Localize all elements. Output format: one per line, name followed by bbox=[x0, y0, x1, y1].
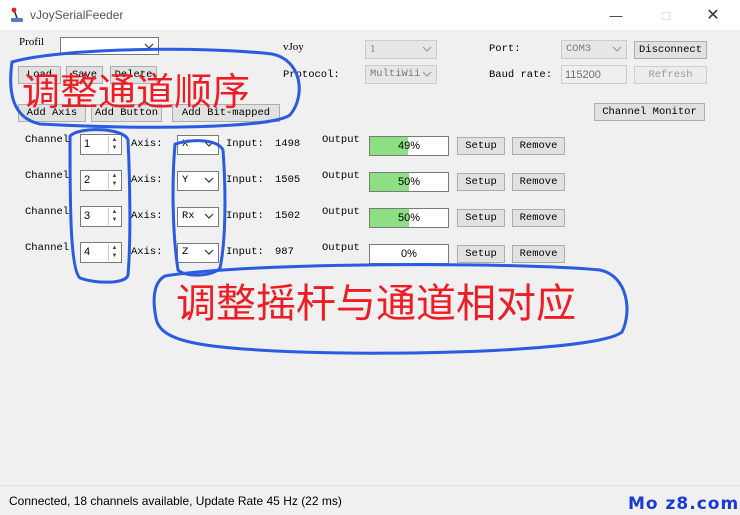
axis-select[interactable]: Y bbox=[177, 171, 219, 191]
title-bar: vJoySerialFeeder — □ ✕ bbox=[0, 0, 740, 30]
channel-value: 4 bbox=[84, 246, 91, 258]
output-progress-bar: 50% bbox=[369, 172, 449, 192]
port-label: Port: bbox=[489, 43, 521, 55]
disconnect-button[interactable]: Disconnect bbox=[634, 41, 707, 59]
profile-label: Profil bbox=[19, 36, 45, 48]
chevron-down-icon bbox=[422, 46, 432, 52]
joystick-icon bbox=[11, 7, 23, 22]
protocol-label: Protocol: bbox=[283, 69, 340, 81]
port-select[interactable]: COM3 bbox=[561, 40, 627, 59]
baud-rate-label: Baud rate: bbox=[489, 69, 553, 81]
output-label: Output bbox=[322, 206, 360, 218]
channel-label: Channel bbox=[25, 170, 70, 182]
input-label: Input: bbox=[226, 246, 264, 258]
protocol-value: MultiWii bbox=[370, 68, 421, 80]
port-value: COM3 bbox=[566, 43, 592, 55]
axis-label: Axis: bbox=[131, 246, 163, 258]
output-value: 0% bbox=[401, 248, 417, 260]
axis-label: Axis: bbox=[131, 138, 163, 150]
axis-label: Axis: bbox=[131, 210, 163, 222]
annotation-top: 调整通道顺序 bbox=[22, 70, 251, 114]
chevron-down-icon bbox=[612, 46, 622, 52]
axis-value: Z bbox=[182, 246, 189, 258]
channel-label: Channel bbox=[25, 206, 70, 218]
output-progress-bar: 49% bbox=[369, 136, 449, 156]
axis-select[interactable]: X bbox=[177, 135, 219, 155]
close-button[interactable]: ✕ bbox=[690, 0, 736, 30]
channel-value: 2 bbox=[84, 174, 91, 186]
setup-button[interactable]: Setup bbox=[457, 137, 505, 155]
vjoy-label: vJoy bbox=[283, 41, 304, 53]
input-label: Input: bbox=[226, 138, 264, 150]
channel-monitor-button[interactable]: Channel Monitor bbox=[594, 103, 705, 121]
channel-label: Channel bbox=[25, 134, 70, 146]
axis-value: X bbox=[182, 138, 189, 150]
up-down-arrow-icon[interactable]: ▲ ▼ bbox=[108, 208, 120, 225]
remove-button[interactable]: Remove bbox=[512, 245, 565, 263]
minimize-icon: — bbox=[609, 7, 623, 23]
axis-select[interactable]: Z bbox=[177, 243, 219, 263]
output-label: Output bbox=[322, 134, 360, 146]
axis-value: Rx bbox=[182, 210, 195, 222]
chevron-down-icon bbox=[144, 43, 154, 49]
channel-value: 1 bbox=[84, 138, 91, 150]
remove-button[interactable]: Remove bbox=[512, 209, 565, 227]
output-value: 49% bbox=[397, 140, 421, 152]
refresh-button[interactable]: Refresh bbox=[634, 66, 707, 84]
profile-select[interactable] bbox=[60, 37, 159, 55]
remove-button[interactable]: Remove bbox=[512, 173, 565, 191]
setup-button[interactable]: Setup bbox=[457, 209, 505, 227]
chevron-down-icon bbox=[422, 71, 432, 77]
output-label: Output bbox=[322, 242, 360, 254]
minimize-button[interactable]: — bbox=[593, 0, 639, 30]
setup-button[interactable]: Setup bbox=[457, 173, 505, 191]
chevron-down-icon bbox=[204, 141, 214, 147]
output-progress-bar: 50% bbox=[369, 208, 449, 228]
status-text: Connected, 18 channels available, Update… bbox=[9, 494, 342, 508]
input-value: 1502 bbox=[275, 210, 301, 222]
output-value: 50% bbox=[397, 212, 421, 224]
channel-spinner[interactable]: 2 ▲ ▼ bbox=[80, 170, 122, 191]
input-label: Input: bbox=[226, 210, 264, 222]
annotation-bottom: 调整摇杆与通道相对应 bbox=[176, 281, 576, 327]
axis-select[interactable]: Rx bbox=[177, 207, 219, 227]
axis-value: Y bbox=[182, 174, 189, 186]
maximize-button[interactable]: □ bbox=[643, 0, 689, 30]
channel-spinner[interactable]: 4 ▲ ▼ bbox=[80, 242, 122, 263]
output-value: 50% bbox=[397, 176, 421, 188]
window-title: vJoySerialFeeder bbox=[30, 8, 124, 22]
protocol-select[interactable]: MultiWii bbox=[365, 65, 437, 84]
maximize-icon: □ bbox=[662, 7, 670, 23]
vjoy-value: 1 bbox=[370, 43, 376, 55]
close-icon: ✕ bbox=[706, 7, 720, 24]
axis-label: Axis: bbox=[131, 174, 163, 186]
channel-label: Channel bbox=[25, 242, 70, 254]
up-down-arrow-icon[interactable]: ▲ ▼ bbox=[108, 136, 120, 153]
baud-rate-field[interactable]: 115200 bbox=[561, 65, 627, 84]
output-progress-bar: 0% bbox=[369, 244, 449, 264]
vjoy-select[interactable]: 1 bbox=[365, 40, 437, 59]
chevron-down-icon bbox=[204, 213, 214, 219]
input-value: 987 bbox=[275, 246, 294, 258]
watermark: Mo z8.com bbox=[628, 494, 740, 514]
up-down-arrow-icon[interactable]: ▲ ▼ bbox=[108, 244, 120, 261]
output-label: Output bbox=[322, 170, 360, 182]
input-label: Input: bbox=[226, 174, 264, 186]
channel-spinner[interactable]: 3 ▲ ▼ bbox=[80, 206, 122, 227]
up-down-arrow-icon[interactable]: ▲ ▼ bbox=[108, 172, 120, 189]
chevron-down-icon bbox=[204, 249, 214, 255]
channel-spinner[interactable]: 1 ▲ ▼ bbox=[80, 134, 122, 155]
chevron-down-icon bbox=[204, 177, 214, 183]
input-value: 1505 bbox=[275, 174, 301, 186]
baud-rate-value: 115200 bbox=[565, 69, 601, 81]
channel-value: 3 bbox=[84, 210, 91, 222]
setup-button[interactable]: Setup bbox=[457, 245, 505, 263]
input-value: 1498 bbox=[275, 138, 301, 150]
remove-button[interactable]: Remove bbox=[512, 137, 565, 155]
